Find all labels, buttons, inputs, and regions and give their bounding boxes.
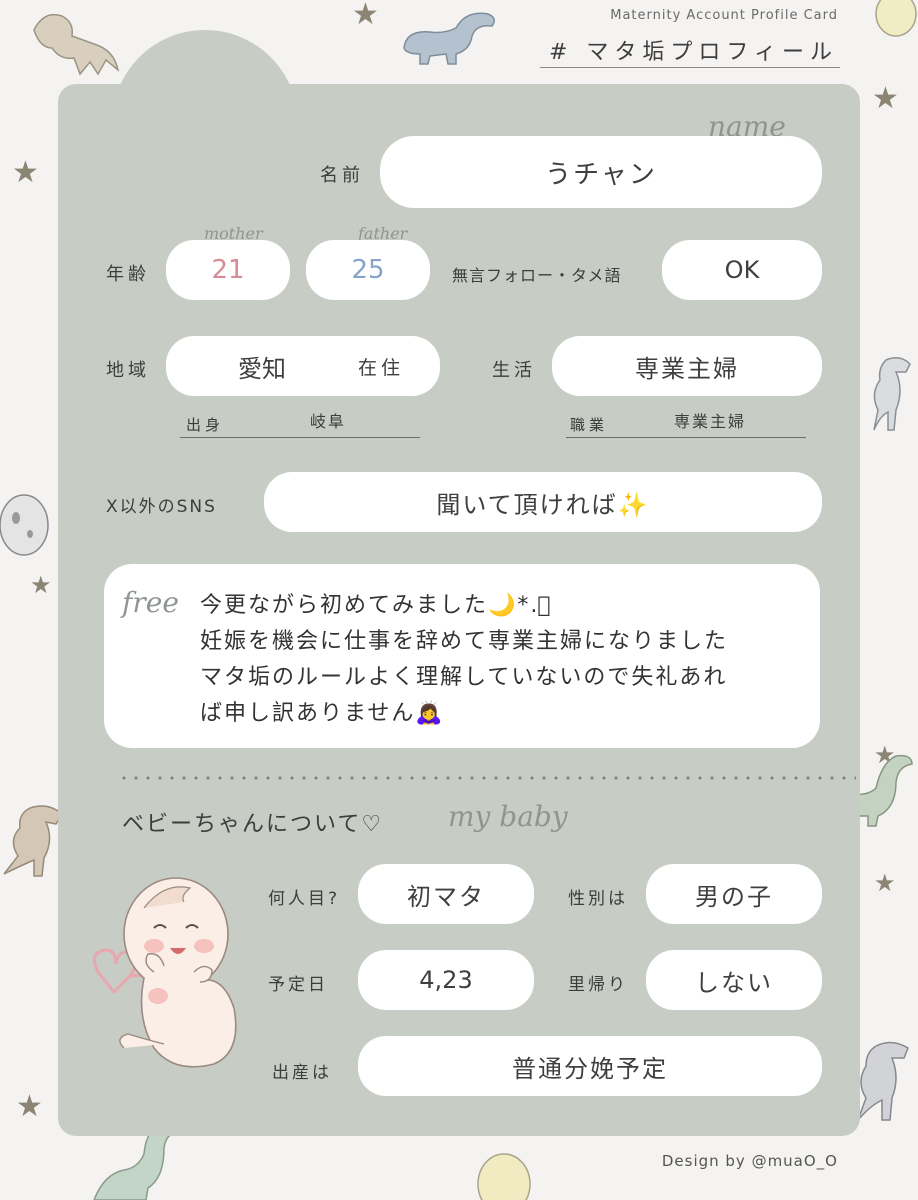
nth-field[interactable]: 初マタ: [358, 864, 534, 924]
header-underline: [540, 67, 840, 68]
origin-underline: [180, 437, 420, 438]
star-icon: ★: [16, 1089, 43, 1124]
life-label: 生活: [492, 360, 536, 381]
star-icon: ★: [872, 81, 899, 116]
life-value: 専業主婦: [635, 354, 739, 383]
region-value: 愛知: [238, 354, 286, 383]
origin-value: 岐阜: [310, 412, 347, 431]
dino-egg-icon: [0, 494, 49, 556]
baby-script-label: my baby: [448, 800, 568, 833]
free-script-label: free: [122, 586, 179, 619]
baby-illustration: [92, 877, 237, 1068]
birth-label: 出産は: [272, 1063, 332, 1083]
follow-value: OK: [724, 256, 760, 284]
dotted-divider: [118, 774, 856, 782]
free-line: ば申し訳ありません🙇‍♀️: [200, 701, 445, 726]
region-label: 地域: [106, 360, 150, 381]
return-field[interactable]: しない: [646, 950, 822, 1010]
page-title: # マタ垢プロフィール: [549, 40, 838, 65]
due-label: 予定日: [268, 975, 328, 995]
dino-egg-icon: [875, 0, 917, 37]
design-credit: Design by @muaO_O: [661, 1152, 838, 1170]
dinosaur-icon: [857, 1041, 909, 1121]
life-field[interactable]: 専業主婦: [552, 336, 822, 396]
birth-field[interactable]: 普通分娩予定: [358, 1036, 822, 1096]
origin-label: 出身: [186, 416, 225, 434]
sns-value: 聞いて頂ければ✨: [436, 490, 650, 519]
baby-heading: ベビーちゃんについて♡: [122, 812, 384, 837]
dinosaur-icon: [33, 13, 120, 76]
region-field[interactable]: 愛知 在住: [166, 336, 440, 396]
free-text: 今更ながら初めてみました🌙*.ﾟ 妊娠を機会に仕事を辞めて専業主婦になりました …: [200, 588, 800, 732]
follow-label: 無言フォロー・タメ語: [452, 266, 622, 285]
birth-value: 普通分娩予定: [512, 1054, 668, 1083]
sns-label: X以外のSNS: [106, 497, 217, 517]
gender-value: 男の子: [695, 882, 773, 911]
header-subtitle: Maternity Account Profile Card: [610, 8, 838, 23]
dinosaur-icon: [873, 357, 911, 431]
due-value: 4,23: [419, 966, 473, 994]
return-label: 里帰り: [568, 975, 628, 995]
star-icon: ★: [12, 155, 39, 190]
job-label: 職業: [570, 416, 609, 434]
region-suffix: 在住: [358, 356, 405, 379]
free-line: 妊娠を機会に仕事を辞めて専業主婦になりました: [200, 629, 729, 654]
gender-field[interactable]: 男の子: [646, 864, 822, 924]
name-field[interactable]: うチャン: [380, 136, 822, 208]
due-field[interactable]: 4,23: [358, 950, 534, 1010]
dino-egg-icon: [477, 1153, 531, 1200]
free-line: マタ垢のルールよく理解していないので失礼あれ: [200, 665, 728, 690]
gender-label: 性別は: [568, 889, 628, 909]
mother-age-field[interactable]: 21: [166, 240, 290, 300]
star-icon: ★: [30, 571, 52, 599]
sns-field[interactable]: 聞いて頂ければ✨: [264, 472, 822, 532]
nth-value: 初マタ: [407, 882, 485, 911]
job-value: 専業主婦: [674, 412, 747, 431]
father-age-value: 25: [351, 255, 385, 285]
job-underline: [566, 437, 806, 438]
nth-label: 何人目?: [268, 889, 341, 909]
name-value: うチャン: [545, 159, 657, 190]
follow-field[interactable]: OK: [662, 240, 822, 300]
star-icon: ★: [352, 0, 379, 32]
name-label: 名前: [320, 165, 364, 186]
age-label: 年齢: [106, 264, 150, 285]
mother-age-value: 21: [211, 255, 245, 285]
star-icon: ★: [874, 869, 896, 897]
dinosaur-icon: [403, 12, 495, 65]
return-value: しない: [695, 968, 773, 997]
free-line: 今更ながら初めてみました🌙*.ﾟ: [200, 593, 553, 618]
father-age-field[interactable]: 25: [306, 240, 430, 300]
